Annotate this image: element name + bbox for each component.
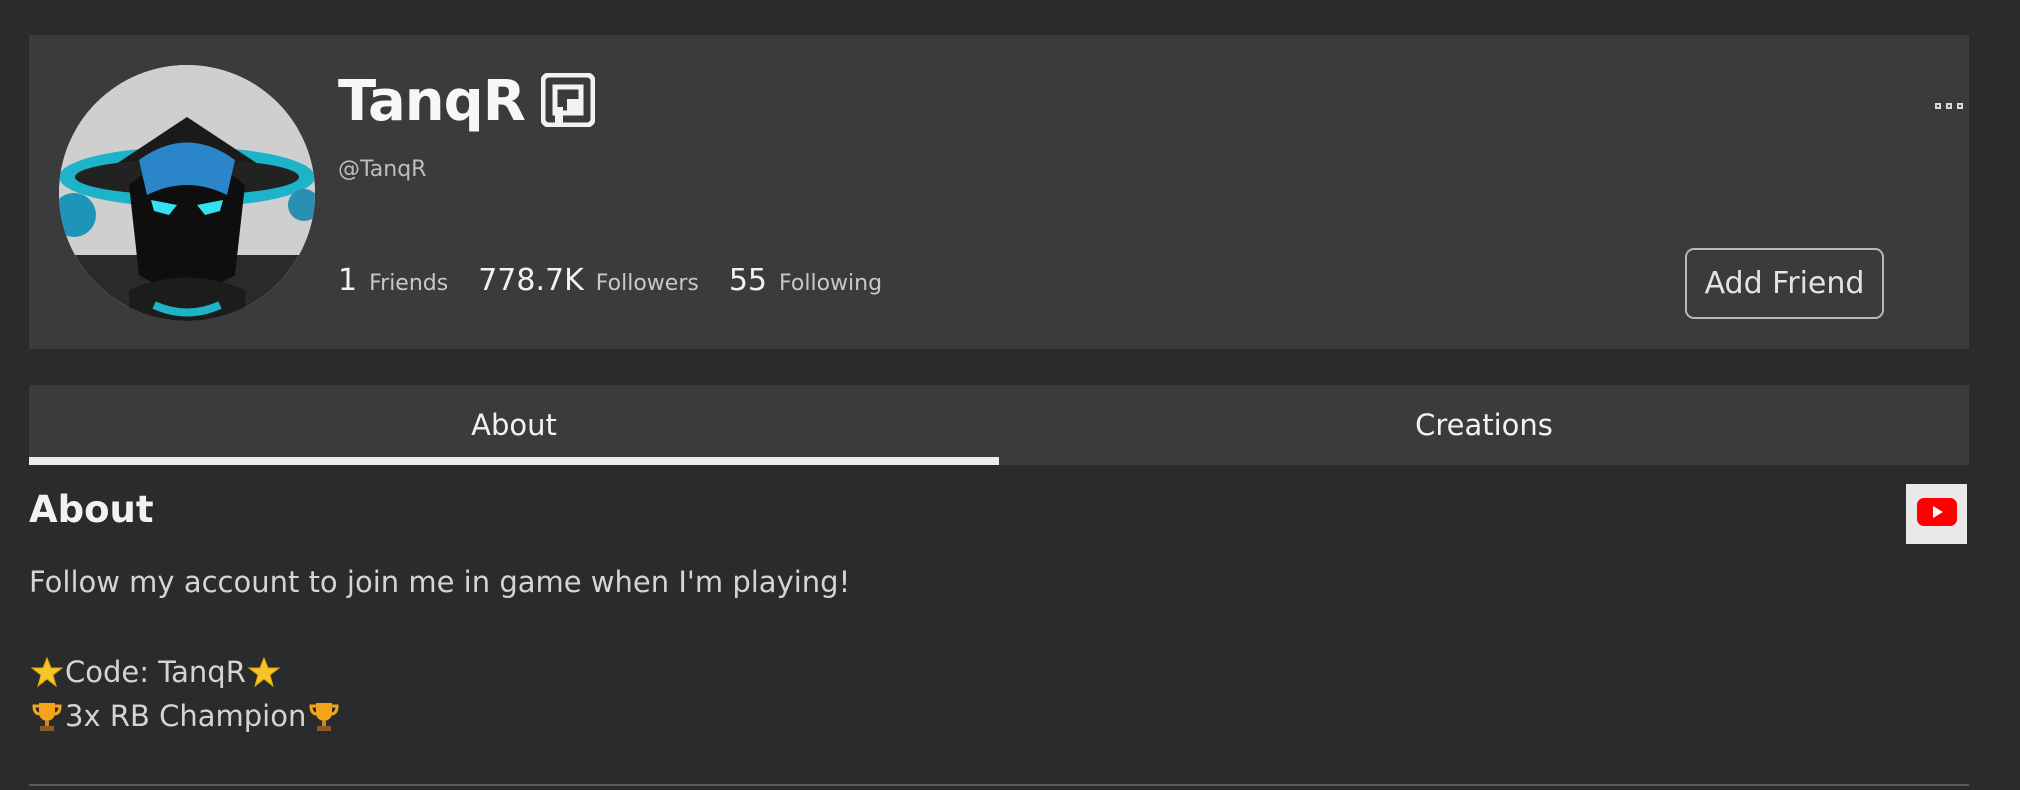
about-code-text: Code: TanqR — [65, 655, 246, 689]
stat-value: 55 — [728, 263, 768, 298]
verified-badge-icon — [540, 72, 596, 131]
about-description: Follow my account to join me in game whe… — [29, 560, 850, 738]
tab-about[interactable]: About — [29, 385, 999, 465]
about-line: Follow my account to join me in game whe… — [29, 565, 851, 599]
stat-label: Following — [779, 271, 883, 296]
stat-following[interactable]: 55 Following — [729, 263, 882, 298]
about-line-champion: 3x RB Champion — [29, 694, 850, 738]
avatar[interactable] — [59, 65, 315, 321]
username: @TanqR — [338, 157, 427, 182]
profile-tabs: About Creations — [29, 385, 1969, 465]
about-heading: About — [29, 488, 154, 531]
youtube-icon — [1916, 498, 1957, 530]
stat-value: 1 — [338, 263, 358, 298]
about-champion-text: 3x RB Champion — [65, 699, 307, 733]
more-options-icon[interactable] — [1935, 103, 1963, 109]
display-name: TanqR — [338, 69, 526, 134]
profile-stats: 1 Friends 778.7K Followers 55 Following — [338, 263, 912, 298]
star-icon — [29, 654, 65, 690]
trophy-icon — [29, 698, 65, 734]
divider — [29, 784, 1969, 786]
name-row: TanqR — [338, 69, 596, 134]
stat-label: Friends — [369, 271, 449, 296]
about-line-code: Code: TanqR — [29, 650, 850, 694]
stat-friends[interactable]: 1 Friends — [338, 263, 448, 298]
trophy-icon — [306, 698, 342, 734]
add-friend-button[interactable]: Add Friend — [1685, 248, 1884, 319]
stat-value: 778.7K — [478, 263, 584, 298]
youtube-link[interactable] — [1906, 484, 1967, 544]
stat-followers[interactable]: 778.7K Followers — [478, 263, 699, 298]
stat-label: Followers — [595, 271, 699, 296]
star-icon — [246, 654, 282, 690]
profile-header: TanqR @TanqR 1 Friends 778.7K Followers … — [29, 35, 1969, 349]
tab-creations[interactable]: Creations — [999, 385, 1969, 465]
